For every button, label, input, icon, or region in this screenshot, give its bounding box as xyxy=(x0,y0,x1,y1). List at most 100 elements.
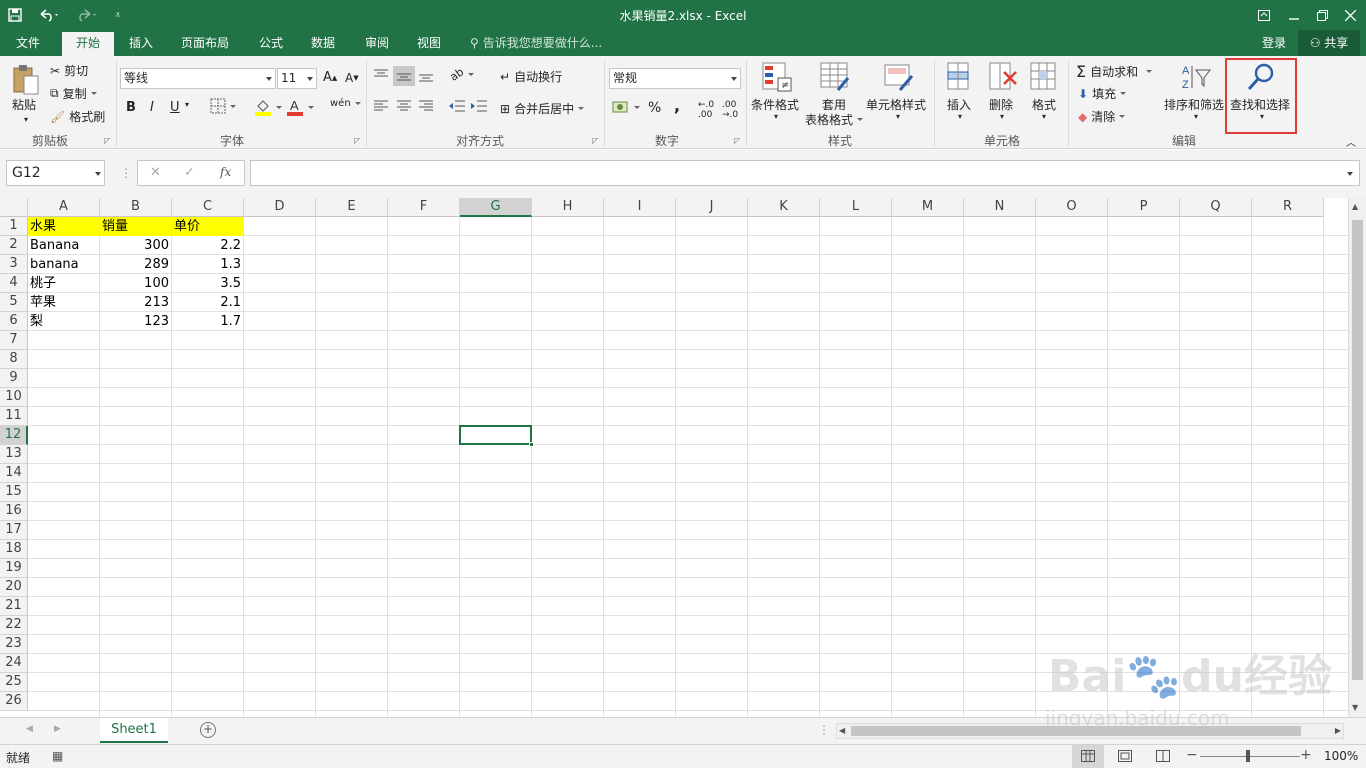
row-header[interactable]: 26 xyxy=(0,692,28,711)
column-header[interactable]: Q xyxy=(1180,198,1252,217)
copy-button[interactable]: ⧉ 复制 xyxy=(50,85,97,102)
fill-button[interactable]: ⬇ 填充 xyxy=(1078,85,1127,102)
alignment-launcher-icon[interactable]: ◸ xyxy=(592,136,598,145)
column-header[interactable]: E xyxy=(316,198,388,217)
column-header[interactable]: R xyxy=(1252,198,1324,217)
data-cell[interactable]: 289 xyxy=(100,255,171,274)
tell-me-box[interactable]: ⚲ 告诉我您想要做什么... xyxy=(470,30,620,56)
cell-styles-icon[interactable] xyxy=(884,62,914,92)
phonetic-icon[interactable]: wén xyxy=(330,98,361,109)
data-cell[interactable]: 2.1 xyxy=(172,293,243,312)
column-header[interactable]: O xyxy=(1036,198,1108,217)
column-header[interactable]: A xyxy=(28,198,100,217)
page-break-view-icon[interactable] xyxy=(1156,750,1170,765)
scroll-down-icon[interactable]: ▼ xyxy=(1352,703,1358,712)
scroll-left-icon[interactable]: ◀ xyxy=(839,726,845,735)
row-header[interactable]: 23 xyxy=(0,635,28,654)
selected-cell[interactable] xyxy=(459,425,532,445)
row-header[interactable]: 21 xyxy=(0,597,28,616)
share-button[interactable]: ⚇ 共享 xyxy=(1298,30,1360,56)
decrease-indent-icon[interactable] xyxy=(448,100,466,112)
column-header[interactable]: N xyxy=(964,198,1036,217)
paste-dropdown-icon[interactable]: ▾ xyxy=(24,115,28,124)
data-cell[interactable]: 100 xyxy=(100,274,171,293)
row-header[interactable]: 9 xyxy=(0,369,28,388)
sheet-tab-sheet1[interactable]: Sheet1 xyxy=(100,718,168,743)
tab-review[interactable]: 审阅 xyxy=(354,30,400,56)
cancel-entry-icon[interactable]: ✕ xyxy=(150,165,161,180)
select-all-corner[interactable] xyxy=(0,198,28,217)
paste-button[interactable]: 粘贴 xyxy=(12,96,36,113)
format-cells-icon[interactable] xyxy=(1030,62,1058,92)
splitter-icon[interactable]: ⋮ xyxy=(818,723,830,737)
sort-filter-button[interactable]: 排序和筛选 xyxy=(1164,96,1224,113)
page-layout-view-icon[interactable] xyxy=(1118,750,1132,765)
row-header[interactable]: 7 xyxy=(0,331,28,350)
percent-button[interactable]: % xyxy=(648,100,661,116)
italic-button[interactable]: I xyxy=(150,100,154,115)
row-header[interactable]: 18 xyxy=(0,540,28,559)
scroll-right-icon[interactable]: ▶ xyxy=(1335,726,1341,735)
format-as-table-label2[interactable]: 表格格式 xyxy=(805,111,864,128)
align-left-icon[interactable] xyxy=(373,100,389,112)
insert-cells-icon[interactable] xyxy=(944,62,972,92)
format-painter-button[interactable]: 🖌 格式刷 xyxy=(50,108,105,125)
data-cell[interactable]: 桃子 xyxy=(28,274,99,293)
font-name-combo[interactable]: 等线 xyxy=(120,68,276,89)
delete-cells-icon[interactable] xyxy=(988,62,1018,92)
font-size-combo[interactable]: 11 xyxy=(277,68,317,89)
row-header[interactable]: 16 xyxy=(0,502,28,521)
zoom-slider-thumb[interactable] xyxy=(1246,750,1250,762)
column-header[interactable]: H xyxy=(532,198,604,217)
conditional-format-icon[interactable]: ≠ xyxy=(762,62,792,92)
merge-center-button[interactable]: ⊞ 合并后居中 xyxy=(500,100,585,117)
borders-icon[interactable] xyxy=(210,98,236,114)
wrap-text-button[interactable]: ↵ 自动换行 xyxy=(500,68,562,85)
column-header[interactable]: L xyxy=(820,198,892,217)
number-format-combo[interactable]: 常规 xyxy=(609,68,741,89)
sort-filter-icon[interactable]: AZ xyxy=(1180,62,1212,92)
row-header[interactable]: 4 xyxy=(0,274,28,293)
tab-view[interactable]: 视图 xyxy=(406,30,452,56)
row-header[interactable]: 24 xyxy=(0,654,28,673)
cell-styles-button[interactable]: 单元格样式 xyxy=(866,96,926,113)
data-cell[interactable]: 3.5 xyxy=(172,274,243,293)
shrink-font-icon[interactable]: A ▼ xyxy=(345,71,359,85)
column-header[interactable]: F xyxy=(388,198,460,217)
row-header[interactable]: 6 xyxy=(0,312,28,331)
align-center-icon[interactable] xyxy=(396,100,412,112)
column-header[interactable]: B xyxy=(100,198,172,217)
format-as-table-icon[interactable] xyxy=(820,62,850,92)
row-header[interactable]: 2 xyxy=(0,236,28,255)
column-header[interactable]: D xyxy=(244,198,316,217)
tab-formulas[interactable]: 公式 xyxy=(248,30,294,56)
row-header[interactable]: 19 xyxy=(0,559,28,578)
data-cell[interactable]: Banana xyxy=(28,236,99,255)
data-cell[interactable]: 300 xyxy=(100,236,171,255)
row-header[interactable]: 17 xyxy=(0,521,28,540)
delete-cells-button[interactable]: 删除 xyxy=(989,96,1013,113)
row-header[interactable]: 10 xyxy=(0,388,28,407)
zoom-out-button[interactable]: − xyxy=(1186,747,1198,763)
row-header[interactable]: 25 xyxy=(0,673,28,692)
format-cells-button[interactable]: 格式 xyxy=(1032,96,1056,113)
header-cell[interactable]: 单价 xyxy=(172,217,243,236)
zoom-in-button[interactable]: + xyxy=(1300,747,1312,763)
insert-function-button[interactable]: fx xyxy=(220,165,231,179)
font-launcher-icon[interactable]: ◸ xyxy=(354,136,360,145)
find-select-button[interactable]: 查找和选择 xyxy=(1230,96,1290,113)
row-header[interactable]: 12 xyxy=(0,426,28,445)
row-header[interactable]: 20 xyxy=(0,578,28,597)
fill-color-icon[interactable] xyxy=(254,98,282,116)
row-header[interactable]: 13 xyxy=(0,445,28,464)
data-cell[interactable]: 2.2 xyxy=(172,236,243,255)
magnifier-icon[interactable] xyxy=(1246,62,1276,92)
confirm-entry-icon[interactable]: ✓ xyxy=(184,165,195,180)
tab-file[interactable]: 文件 xyxy=(6,30,50,56)
align-bottom-icon[interactable] xyxy=(418,68,434,82)
clipboard-launcher-icon[interactable]: ◸ xyxy=(104,136,110,145)
row-header[interactable]: 11 xyxy=(0,407,28,426)
row-header[interactable]: 8 xyxy=(0,350,28,369)
column-header[interactable]: K xyxy=(748,198,820,217)
align-top-icon[interactable] xyxy=(373,68,389,82)
